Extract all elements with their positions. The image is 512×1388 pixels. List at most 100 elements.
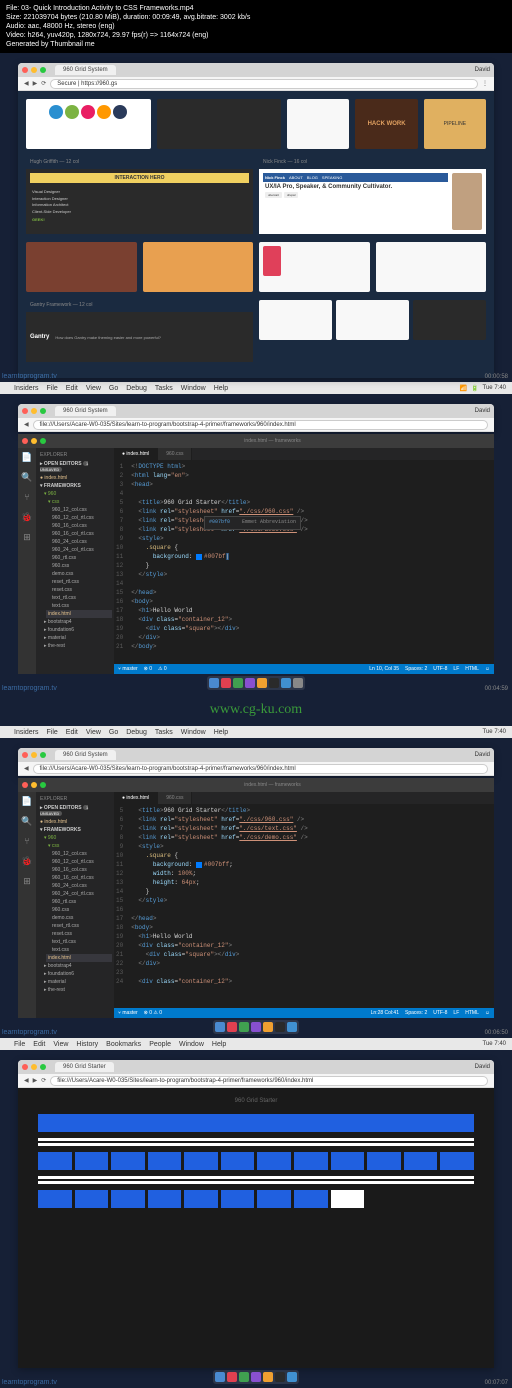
window-controls[interactable]: [22, 67, 46, 73]
dock-app-icon[interactable]: [209, 678, 219, 688]
dock-app-icon[interactable]: [221, 678, 231, 688]
file-item[interactable]: demo.css: [50, 570, 112, 578]
url-input[interactable]: Secure | https://960.gs: [50, 79, 478, 89]
file-item[interactable]: text_rtl.css: [50, 938, 112, 946]
forward-icon[interactable]: ▶: [33, 1077, 38, 1084]
warnings-count[interactable]: ⚠ 0: [158, 666, 167, 672]
menu-view[interactable]: View: [86, 385, 101, 392]
folder-item[interactable]: ▸ the-rest: [42, 642, 112, 650]
file-item[interactable]: 960_12_col_rtl.css: [50, 514, 112, 522]
file-item[interactable]: 960_24_col.css: [50, 538, 112, 546]
git-icon[interactable]: ⑂: [21, 492, 33, 504]
menu-debug[interactable]: Debug: [126, 385, 147, 392]
browser-tab[interactable]: 960 Grid System: [55, 65, 116, 75]
file-item[interactable]: 960.css: [50, 906, 112, 914]
dock-app-icon[interactable]: [233, 678, 243, 688]
folder-item[interactable]: ▾ 960: [42, 490, 112, 498]
menu-icon[interactable]: ⋮: [482, 80, 488, 87]
git-branch[interactable]: ⑂ master: [118, 1010, 138, 1016]
errors-count[interactable]: ⊗ 0: [144, 666, 152, 672]
emmet-suggestion[interactable]: #007bf0 Emmet Abbreviation: [204, 516, 301, 530]
dock-app-icon[interactable]: [245, 678, 255, 688]
battery-icon[interactable]: 🔋: [471, 385, 478, 392]
file-item[interactable]: 960_16_col.css: [50, 866, 112, 874]
search-icon[interactable]: 🔍: [21, 816, 33, 828]
file-item[interactable]: 960_16_col_rtl.css: [50, 874, 112, 882]
editor-tab-active[interactable]: ● index.html: [114, 448, 158, 460]
back-icon[interactable]: ◀: [24, 765, 29, 772]
dock-app-icon[interactable]: [257, 678, 267, 688]
open-file[interactable]: ● index.html: [38, 474, 112, 482]
menu-tasks[interactable]: Tasks: [155, 385, 173, 392]
feedback-icon[interactable]: ☺: [485, 666, 490, 672]
frameworks-section[interactable]: ▾ FRAMEWORKS: [38, 482, 112, 490]
back-icon[interactable]: ◀: [24, 421, 29, 428]
cursor-position[interactable]: Ln:28 Col:41: [371, 1010, 399, 1016]
dock-app-icon[interactable]: [281, 678, 291, 688]
eol[interactable]: LF: [453, 666, 459, 672]
file-item[interactable]: reset.css: [50, 586, 112, 594]
file-item[interactable]: reset.css: [50, 930, 112, 938]
file-item[interactable]: 960_12_col.css: [50, 850, 112, 858]
file-item[interactable]: text.css: [50, 946, 112, 954]
menu-edit[interactable]: Edit: [66, 385, 78, 392]
file-item[interactable]: 960_12_col_rtl.css: [50, 858, 112, 866]
browser-tab[interactable]: 960 Grid Starter: [55, 1062, 114, 1072]
close-icon[interactable]: [22, 67, 28, 73]
back-icon[interactable]: ◀: [24, 80, 29, 87]
browser-tab[interactable]: 960 Grid System: [55, 406, 116, 416]
back-icon[interactable]: ◀: [24, 1077, 29, 1084]
folder-item[interactable]: ▸ foundation6: [42, 626, 112, 634]
reload-icon[interactable]: ⟳: [41, 80, 46, 87]
file-item[interactable]: 960_16_col_rtl.css: [50, 530, 112, 538]
extensions-icon[interactable]: ⊞: [21, 876, 33, 888]
debug-icon[interactable]: 🐞: [21, 856, 33, 868]
dock-app-icon[interactable]: [269, 678, 279, 688]
menu-file[interactable]: File: [47, 385, 58, 392]
menu-go[interactable]: Go: [109, 385, 118, 392]
file-item[interactable]: 960_12_col.css: [50, 506, 112, 514]
menu-help[interactable]: Help: [214, 385, 228, 392]
file-item[interactable]: reset_rtl.css: [50, 922, 112, 930]
open-editors-section[interactable]: ▸ OPEN EDITORS 1 UNSAVED: [38, 460, 112, 474]
file-item[interactable]: 960_24_col.css: [50, 882, 112, 890]
editor-tab[interactable]: 960.css: [158, 448, 192, 460]
url-input[interactable]: file:///Users/Acare-W0-035/Sites/learn-t…: [33, 764, 488, 774]
editor-tab[interactable]: 960.css: [158, 792, 192, 804]
url-input[interactable]: file:///Users/Acare-W0-035/Sites/learn-t…: [33, 420, 488, 430]
browser-tab[interactable]: 960 Grid System: [55, 750, 116, 760]
file-item[interactable]: 960_24_col_rtl.css: [50, 546, 112, 554]
language-mode[interactable]: HTML: [465, 666, 479, 672]
file-item[interactable]: 960_24_col_rtl.css: [50, 890, 112, 898]
dock-app-icon[interactable]: [293, 678, 303, 688]
code-editor[interactable]: 123456789101112131415161718192021 <!DOCT…: [114, 460, 494, 664]
git-branch[interactable]: ⑂ master: [118, 666, 138, 672]
menu-app[interactable]: Insiders: [14, 385, 39, 392]
file-item[interactable]: 960_16_col.css: [50, 522, 112, 530]
extensions-icon[interactable]: ⊞: [21, 532, 33, 544]
folder-item[interactable]: ▾ css: [46, 498, 112, 506]
encoding[interactable]: UTF-8: [433, 666, 447, 672]
menu-window[interactable]: Window: [181, 385, 206, 392]
file-item[interactable]: reset_rtl.css: [50, 578, 112, 586]
minimize-icon[interactable]: [31, 67, 37, 73]
file-item[interactable]: 960_rtl.css: [50, 554, 112, 562]
file-item[interactable]: 960_rtl.css: [50, 898, 112, 906]
editor-tab-active[interactable]: ● index.html: [114, 792, 158, 804]
code-editor[interactable]: 56789101112131415161718192021222324 <tit…: [114, 804, 494, 1008]
maximize-icon[interactable]: [40, 67, 46, 73]
explorer-icon[interactable]: 📄: [21, 452, 33, 464]
wifi-icon[interactable]: 📶: [460, 385, 467, 392]
file-item-active[interactable]: index.html: [46, 610, 112, 618]
reload-icon[interactable]: ⟳: [41, 1077, 46, 1084]
explorer-icon[interactable]: 📄: [21, 796, 33, 808]
url-input[interactable]: file:///Users/Acare-W0-035/Sites/learn-t…: [50, 1076, 488, 1086]
forward-icon[interactable]: ▶: [33, 80, 38, 87]
file-item[interactable]: 960.css: [50, 562, 112, 570]
folder-item[interactable]: ▸ material: [42, 634, 112, 642]
file-item[interactable]: text_rtl.css: [50, 594, 112, 602]
search-icon[interactable]: 🔍: [21, 472, 33, 484]
git-icon[interactable]: ⑂: [21, 836, 33, 848]
file-item[interactable]: text.css: [50, 602, 112, 610]
debug-icon[interactable]: 🐞: [21, 512, 33, 524]
